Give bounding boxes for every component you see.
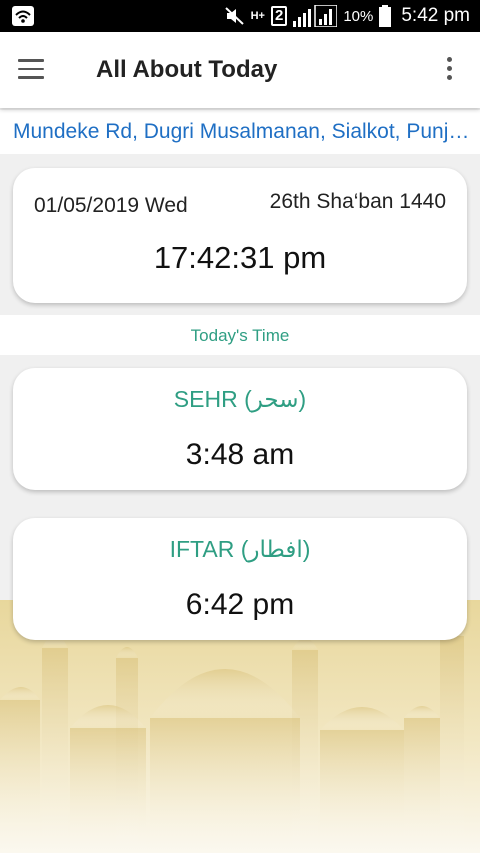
more-vert-icon[interactable] — [446, 57, 454, 83]
sehr-label: SEHR (سحر) — [173, 386, 307, 412]
iftar-card: IFTAR (افطار) 6:42 pm — [13, 518, 467, 640]
section-band: Today's Time — [0, 315, 480, 355]
network-type: H+ — [250, 10, 265, 22]
menu-icon[interactable] — [18, 59, 44, 79]
date-time-card: 01/05/2019 Wed 26th Sha‘ban 1440 17:42:3… — [13, 168, 467, 303]
battery-percent: 10% — [343, 7, 374, 25]
section-label: Today's Time — [190, 326, 290, 345]
app-bar: All About Today — [0, 32, 480, 108]
sehr-card: SEHR (سحر) 3:48 am — [13, 368, 467, 490]
sehr-time: 3:48 am — [185, 438, 295, 471]
gregorian-date: 01/05/2019 Wed — [34, 194, 188, 217]
iftar-time: 6:42 pm — [185, 588, 295, 621]
sim-slot-badge: 2 — [270, 6, 288, 26]
status-bar: H+ 2 10% 5:42 pm — [0, 0, 480, 32]
status-time: 5:42 pm — [401, 5, 470, 26]
hijri-date: 26th Sha‘ban 1440 — [269, 190, 446, 213]
location-link[interactable]: Mundeke Rd, Dugri Musalmanan, Sialkot, P… — [13, 120, 471, 144]
location-bar: Mundeke Rd, Dugri Musalmanan, Sialkot, P… — [0, 110, 480, 154]
current-time: 17:42:31 pm — [153, 240, 327, 275]
iftar-label: IFTAR (افطار) — [169, 536, 311, 562]
battery-icon — [379, 5, 392, 27]
app-title: All About Today — [96, 56, 278, 83]
mute-icon — [224, 7, 245, 25]
wifi-icon — [12, 6, 34, 31]
signal-icon — [293, 5, 338, 27]
